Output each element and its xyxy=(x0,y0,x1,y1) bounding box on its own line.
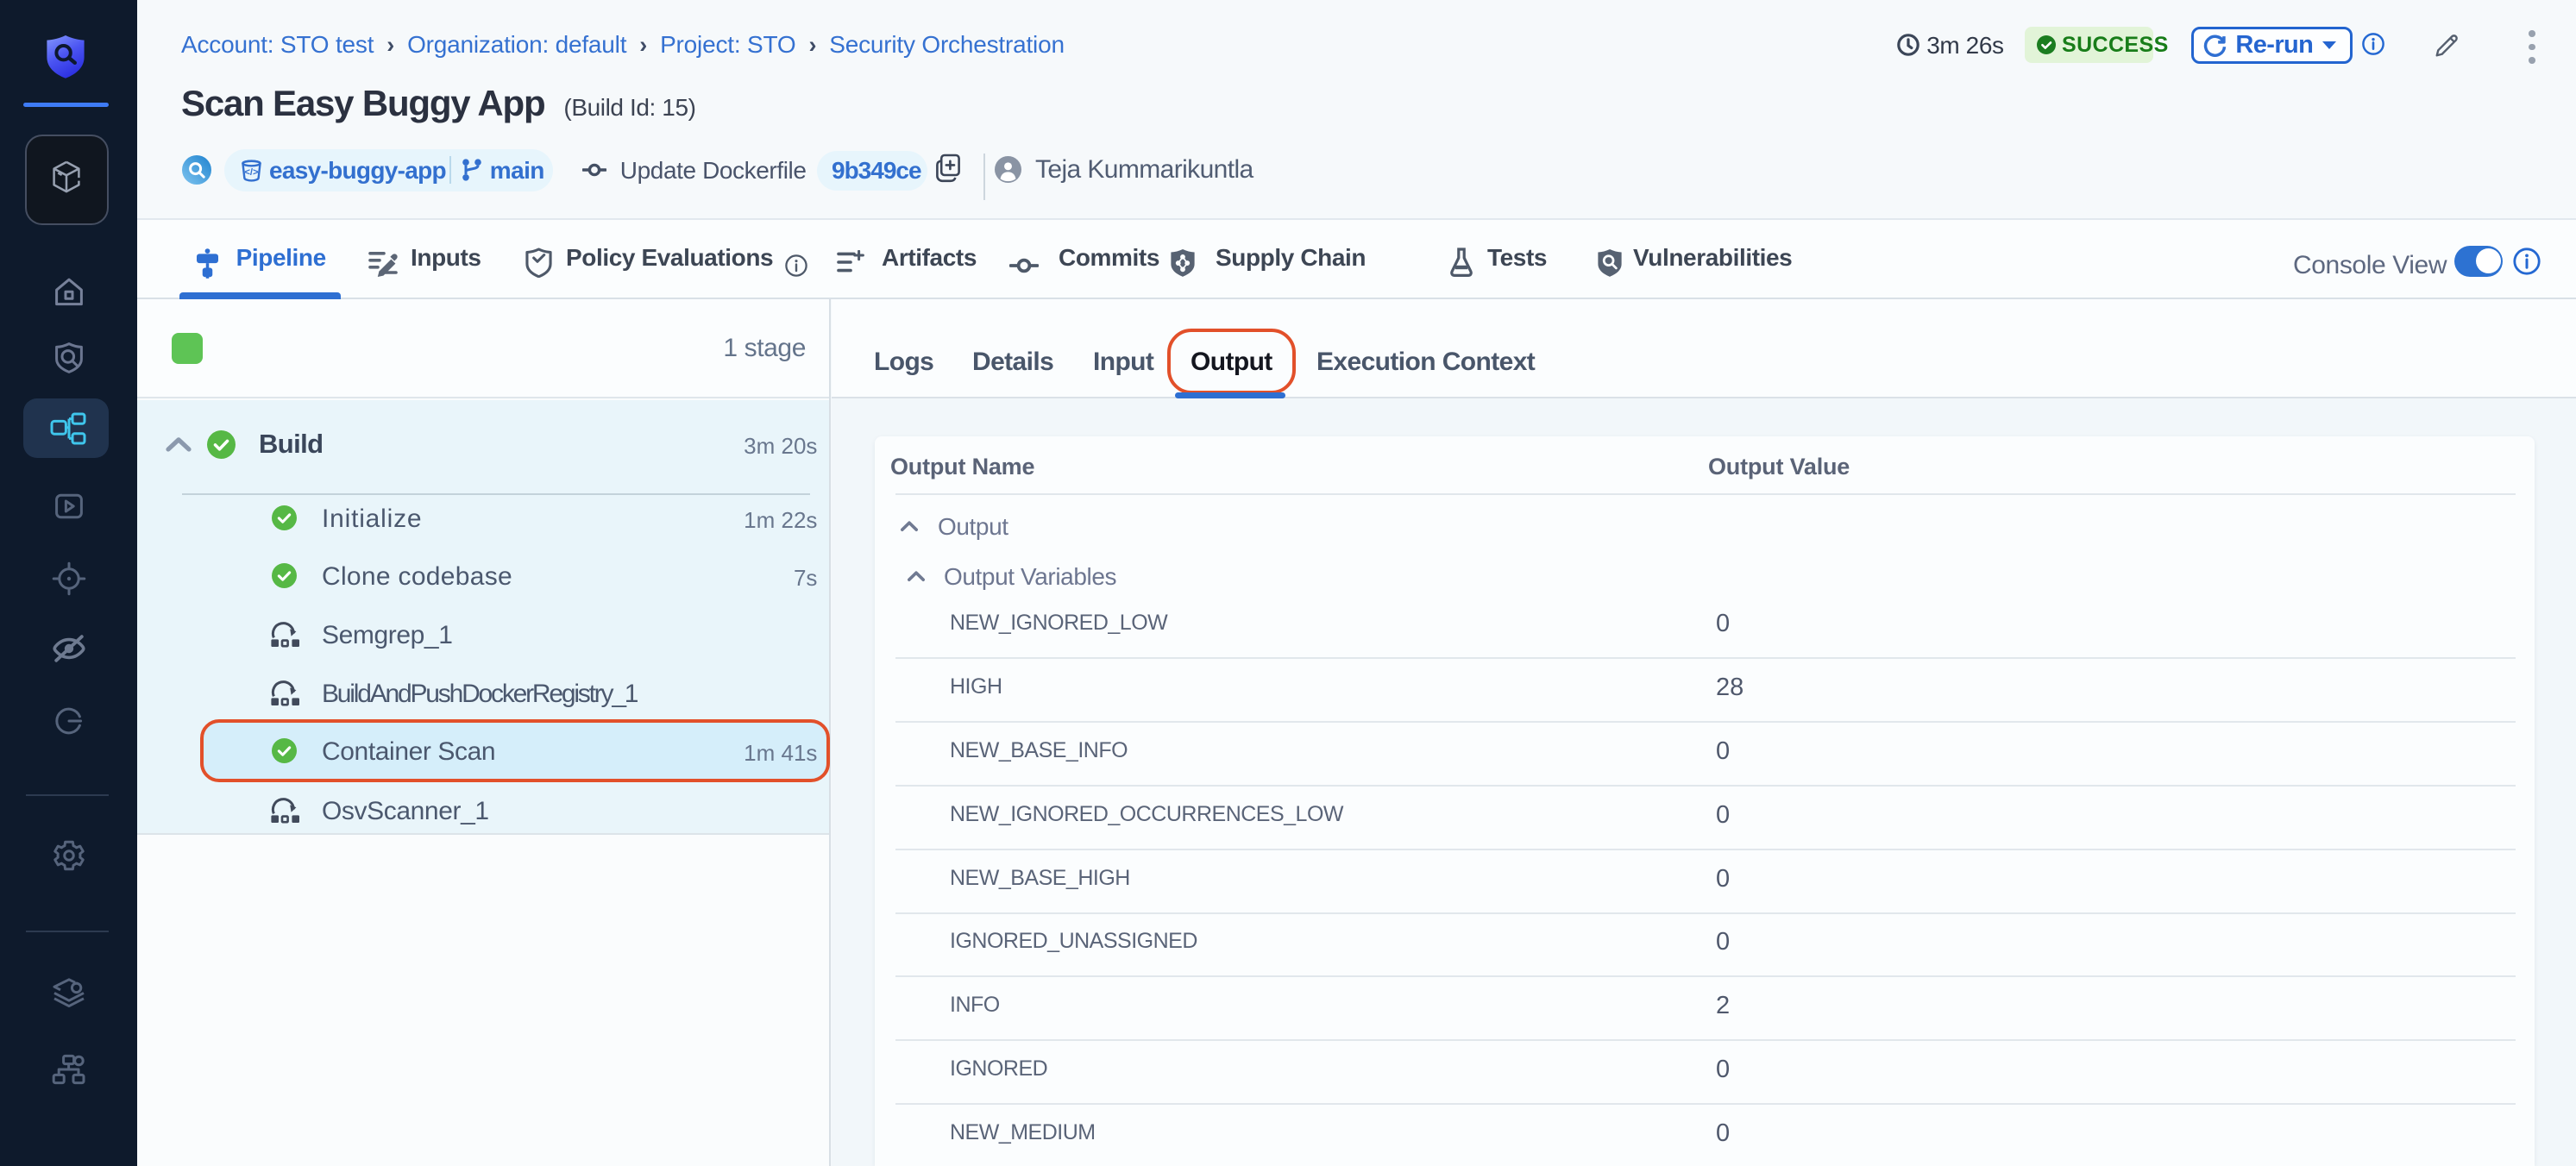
svg-text:</>: </> xyxy=(244,167,259,178)
